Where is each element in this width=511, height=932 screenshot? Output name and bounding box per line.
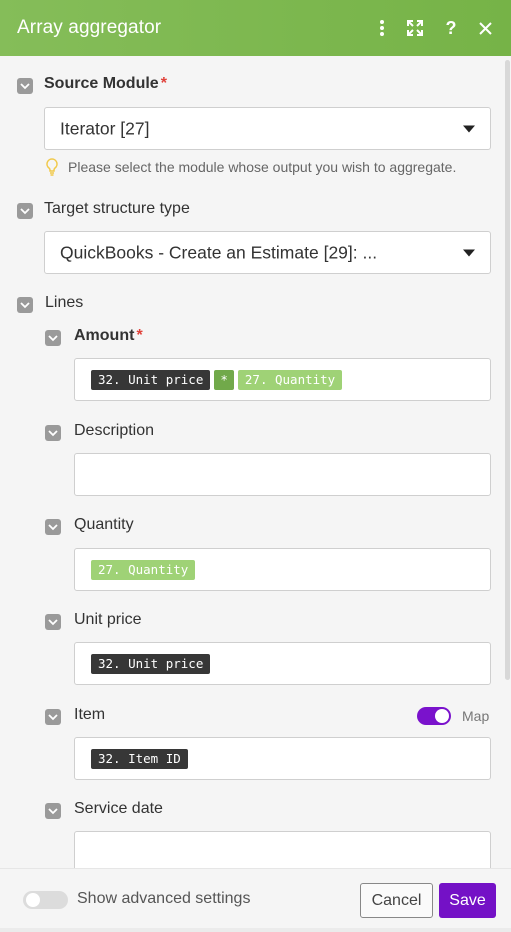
service-date-label: Service date (74, 800, 163, 817)
quantity-collapse-toggle[interactable] (45, 519, 61, 535)
unit-price-token[interactable]: 32. Unit price (91, 369, 211, 390)
required-mark: * (136, 327, 143, 344)
source-module-value: Iterator [27] (60, 118, 150, 138)
lines-collapse-toggle[interactable] (17, 297, 33, 313)
hint-text: Please select the module whose output yo… (68, 159, 457, 175)
target-structure-label: Target structure type (44, 200, 190, 217)
cancel-button[interactable]: Cancel (360, 883, 433, 918)
item-label: Item (74, 706, 106, 723)
service-date-input[interactable] (74, 831, 491, 868)
item-formula: 32. Item ID (91, 748, 188, 769)
source-module-label: Source Module * (44, 75, 167, 93)
source-module-label-text: Source Module (44, 75, 159, 92)
more-options-icon[interactable] (368, 14, 396, 42)
bottom-edge (0, 928, 511, 932)
source-module-hint: Please select the module whose output yo… (45, 158, 456, 176)
panel-header: Array aggregator ? (0, 0, 511, 56)
panel-body: Source Module * Iterator [27] Please sele… (0, 56, 511, 868)
quantity-label: Quantity (74, 516, 134, 533)
source-module-select[interactable]: Iterator [27] (44, 107, 491, 150)
unit-price-input[interactable]: 32. Unit price (74, 642, 491, 685)
quantity-input[interactable]: 27. Quantity (74, 548, 491, 591)
description-label: Description (74, 422, 155, 439)
service-date-collapse-toggle[interactable] (45, 803, 61, 819)
item-map-toggle-group: Map (417, 707, 489, 725)
advanced-settings-toggle[interactable] (23, 891, 68, 909)
chevron-down-icon (463, 249, 475, 256)
save-button[interactable]: Save (439, 883, 496, 918)
quantity-token[interactable]: 27. Quantity (91, 559, 196, 580)
amount-formula: 32. Unit price * 27. Quantity (91, 369, 343, 390)
unit-price-label: Unit price (74, 611, 142, 628)
lightbulb-icon (45, 158, 59, 176)
scrollbar-thumb[interactable] (505, 60, 510, 680)
item-input[interactable]: 32. Item ID (74, 737, 491, 780)
help-icon[interactable]: ? (437, 14, 465, 42)
unit-price-token[interactable]: 32. Unit price (91, 653, 211, 674)
panel-title: Array aggregator (17, 17, 162, 38)
item-id-token[interactable]: 32. Item ID (91, 748, 188, 769)
lines-label: Lines (45, 294, 84, 311)
unit-price-formula: 32. Unit price (91, 653, 211, 674)
target-structure-value: QuickBooks - Create an Estimate [29]: ..… (60, 242, 378, 262)
amount-collapse-toggle[interactable] (45, 330, 61, 346)
amount-input[interactable]: 32. Unit price * 27. Quantity (74, 358, 491, 401)
expand-icon[interactable] (401, 14, 429, 42)
description-collapse-toggle[interactable] (45, 425, 61, 441)
amount-label-text: Amount (74, 327, 135, 344)
item-collapse-toggle[interactable] (45, 709, 61, 725)
panel-footer: Show advanced settings Cancel Save (0, 868, 511, 932)
source-module-collapse-toggle[interactable] (17, 78, 33, 94)
quantity-token[interactable]: 27. Quantity (237, 369, 343, 390)
target-structure-select[interactable]: QuickBooks - Create an Estimate [29]: ..… (44, 231, 491, 274)
required-mark: * (160, 75, 167, 92)
amount-label: Amount * (74, 327, 143, 345)
advanced-settings-label[interactable]: Show advanced settings (77, 890, 250, 908)
item-map-toggle[interactable] (417, 707, 451, 725)
quantity-formula: 27. Quantity (91, 559, 196, 580)
description-input[interactable] (74, 453, 491, 496)
item-map-label: Map (462, 708, 490, 724)
close-icon[interactable] (471, 14, 499, 42)
chevron-down-icon (463, 125, 475, 132)
multiply-operator-token[interactable]: * (214, 369, 234, 390)
target-structure-collapse-toggle[interactable] (17, 203, 33, 219)
unit-price-collapse-toggle[interactable] (45, 614, 61, 630)
